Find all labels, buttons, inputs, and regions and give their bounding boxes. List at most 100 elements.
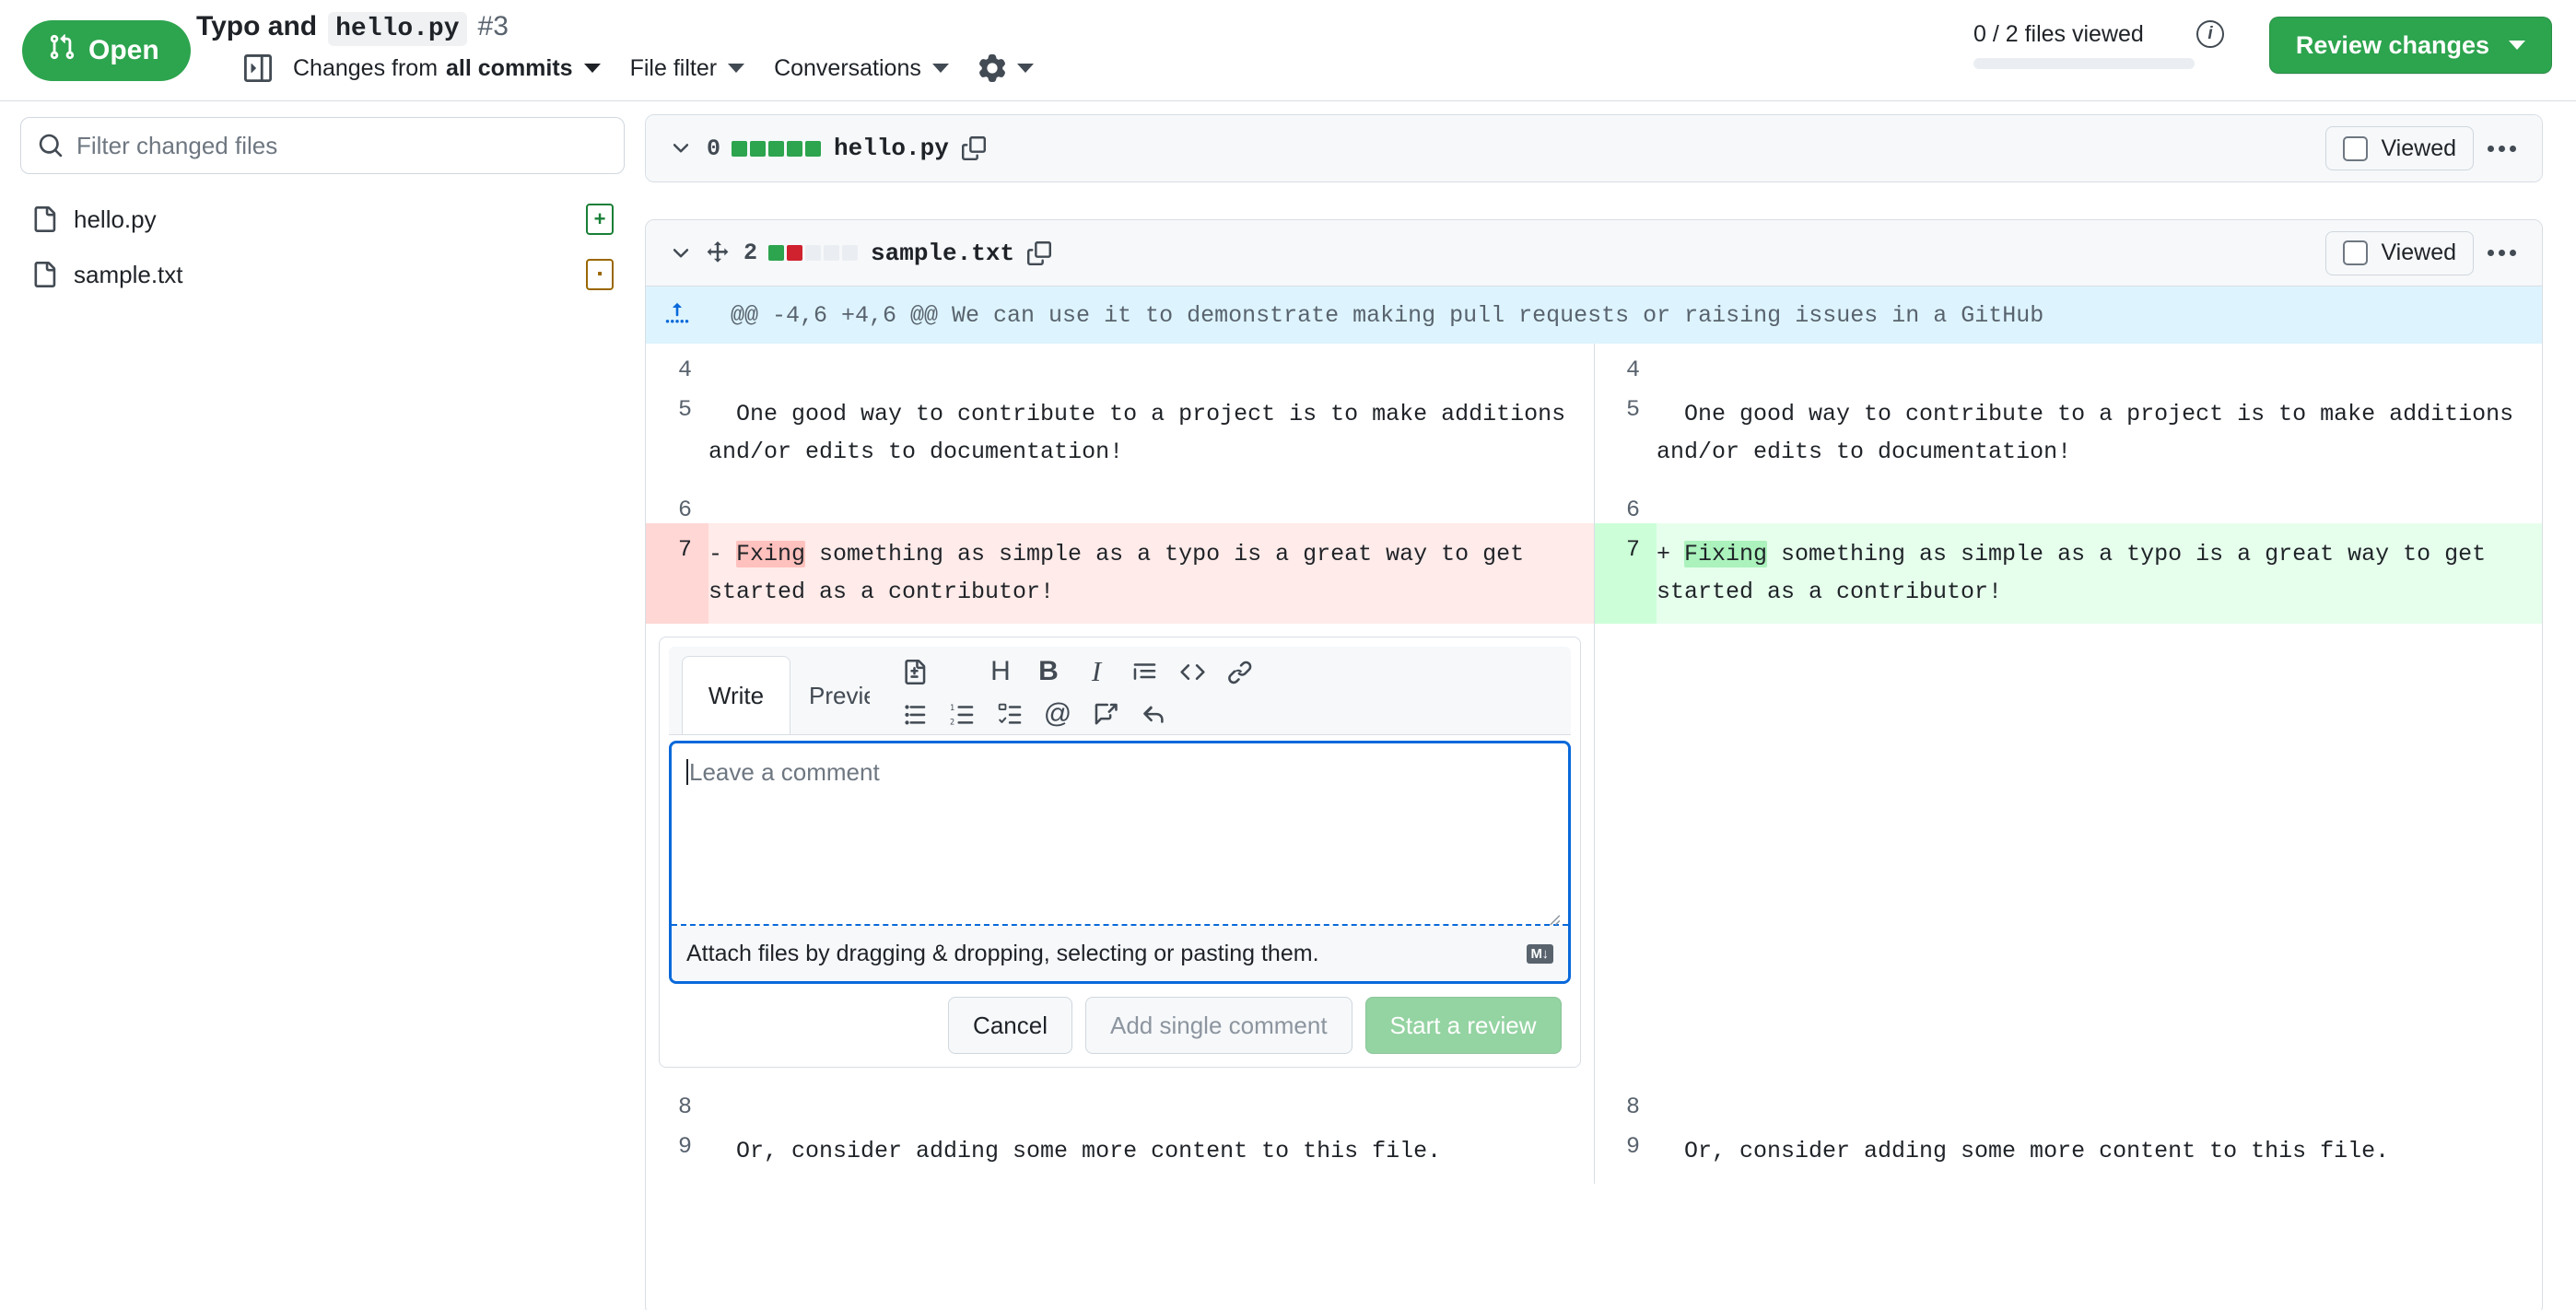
conversations-dropdown[interactable]: Conversations — [759, 50, 964, 88]
cancel-button[interactable]: Cancel — [948, 997, 1072, 1054]
filter-input-placeholder: Filter changed files — [76, 132, 277, 160]
attach-files-hint: Attach files by dragging & dropping, sel… — [672, 926, 1568, 981]
viewed-checkbox[interactable] — [2343, 136, 2368, 161]
mention-icon[interactable]: @ — [1034, 693, 1082, 735]
conversations-label: Conversations — [774, 55, 921, 82]
copy-path-icon[interactable] — [1027, 241, 1051, 265]
comment-textarea[interactable]: Leave a comment — [672, 743, 1568, 924]
diff-hunk-header: @@ -4,6 +4,6 @@ We can use it to demonst… — [646, 287, 2542, 344]
add-marker: + — [1657, 536, 1684, 574]
viewed-checkbox-button[interactable]: Viewed — [2325, 126, 2474, 170]
status-badge: ▪ — [586, 259, 614, 290]
files-viewed-indicator: 0 / 2 files viewed i — [1973, 20, 2224, 69]
file-card-sample-txt: 2 sample.txt Viewed — [645, 219, 2543, 1310]
pr-status-label: Open — [88, 35, 159, 66]
added-rest: something as simple as a typo is a great… — [1657, 541, 2500, 605]
file-filter-dropdown[interactable]: File filter — [615, 50, 759, 88]
code-right: Or, consider adding some more content to… — [1657, 1120, 2542, 1184]
code-right — [1657, 1081, 2542, 1120]
sidebar-collapse-icon[interactable] — [238, 48, 278, 88]
line-number-left: 4 — [646, 344, 708, 383]
viewed-checkbox-button[interactable]: Viewed — [2325, 231, 2474, 275]
review-changes-button[interactable]: Review changes — [2269, 17, 2552, 74]
code-icon[interactable] — [1168, 650, 1216, 693]
review-changes-label: Review changes — [2296, 31, 2489, 60]
code-right — [1657, 344, 2542, 383]
changes-from-value: all commits — [446, 55, 573, 82]
file-header: 2 sample.txt Viewed — [646, 220, 2542, 287]
tab-preview[interactable]: Preview — [798, 656, 870, 735]
code-left: One good way to contribute to a project … — [708, 383, 1594, 484]
chevron-down-icon — [584, 64, 601, 73]
line-number-right: 6 — [1594, 484, 1657, 523]
markdown-icon[interactable]: M↓ — [1527, 944, 1553, 964]
diff-view: 0 hello.py Viewed — [645, 101, 2576, 1310]
diff-row-context: 8 8 — [646, 1081, 2542, 1120]
chevron-down-icon — [728, 64, 744, 73]
file-name[interactable]: sample.txt — [871, 240, 1014, 267]
line-number-right: 8 — [1594, 1081, 1657, 1120]
reference-icon[interactable] — [1082, 693, 1130, 735]
file-icon — [31, 262, 57, 287]
reply-icon[interactable] — [1130, 693, 1177, 735]
kebab-horizontal-icon[interactable] — [2479, 126, 2523, 170]
move-icon — [699, 235, 736, 272]
bold-icon[interactable]: B — [1025, 650, 1072, 693]
heading-icon[interactable]: H — [977, 650, 1025, 693]
italic-icon[interactable]: I — [1072, 650, 1120, 693]
expand-up-icon[interactable] — [646, 287, 708, 344]
code-left: Or, consider adding some more content to… — [708, 1120, 1594, 1184]
diff-row-context: 4 4 — [646, 344, 2542, 383]
code-right: +Fixing something as simple as a typo is… — [1657, 523, 2542, 624]
code-left — [708, 484, 1594, 523]
comment-textarea-wrapper[interactable]: Leave a comment Attach files by dragging… — [669, 741, 1571, 984]
file-name[interactable]: hello.py — [834, 135, 949, 162]
viewed-checkbox[interactable] — [2343, 240, 2368, 265]
added-word: Fixing — [1684, 541, 1767, 567]
sidebar-file-name: hello.py — [74, 205, 569, 234]
changes-from-dropdown[interactable]: Changes from all commits — [278, 50, 615, 88]
comment-form-spacer — [1594, 624, 2542, 1081]
file-card-hello-py: 0 hello.py Viewed — [645, 114, 2543, 182]
sidebar-file-hello-py[interactable]: hello.py + — [20, 193, 625, 245]
line-number-left: 8 — [646, 1081, 708, 1120]
pr-header: Open Typo and hello.py #3 Changes from a… — [0, 0, 2576, 101]
add-single-comment-button[interactable]: Add single comment — [1085, 997, 1352, 1054]
comment-placeholder: Leave a comment — [689, 758, 880, 786]
diff-row-context: 9 Or, consider adding some more content … — [646, 1120, 2542, 1184]
chevron-down-icon[interactable] — [662, 235, 699, 272]
chevron-down-icon[interactable] — [662, 130, 699, 167]
changed-files-sidebar: Filter changed files hello.py + sample.t… — [0, 101, 645, 1310]
quote-icon[interactable] — [1120, 650, 1168, 693]
code-right — [1657, 484, 2542, 523]
file-icon — [31, 206, 57, 232]
filter-changed-files-input[interactable]: Filter changed files — [20, 117, 625, 174]
task-list-icon[interactable] — [986, 693, 1034, 735]
sidebar-file-sample-txt[interactable]: sample.txt ▪ — [20, 249, 625, 300]
diff-stat-blocks — [768, 245, 858, 261]
markdown-toolbar: Write Preview H — [669, 647, 1571, 735]
tab-write[interactable]: Write — [682, 656, 790, 735]
copy-path-icon[interactable] — [962, 136, 986, 160]
resize-handle[interactable] — [1544, 904, 1561, 920]
chevron-down-icon — [1017, 64, 1034, 73]
attach-hint-text: Attach files by dragging & dropping, sel… — [686, 941, 1319, 967]
diff-row-context: 5 One good way to contribute to a projec… — [646, 383, 2542, 484]
pr-title-code: hello.py — [328, 12, 466, 46]
diff-settings-dropdown[interactable] — [964, 49, 1048, 88]
diff-table: @@ -4,6 +4,6 @@ We can use it to demonst… — [646, 287, 2542, 1184]
link-icon[interactable] — [1216, 650, 1264, 693]
diff-stat-blocks — [732, 141, 821, 157]
text-cursor — [686, 759, 688, 785]
line-number-left: 7 — [646, 523, 708, 624]
comment-form-cell: Write Preview H — [646, 624, 1594, 1081]
suggest-change-icon[interactable] — [890, 650, 938, 693]
diff-count: 2 — [744, 240, 757, 266]
ordered-list-icon[interactable]: 12 — [938, 693, 986, 735]
info-icon[interactable]: i — [2196, 20, 2224, 48]
pr-status-badge: Open — [22, 20, 191, 81]
unordered-list-icon[interactable] — [890, 693, 938, 735]
start-review-button[interactable]: Start a review — [1365, 997, 1562, 1054]
svg-text:2: 2 — [950, 717, 954, 726]
kebab-horizontal-icon[interactable] — [2479, 231, 2523, 275]
